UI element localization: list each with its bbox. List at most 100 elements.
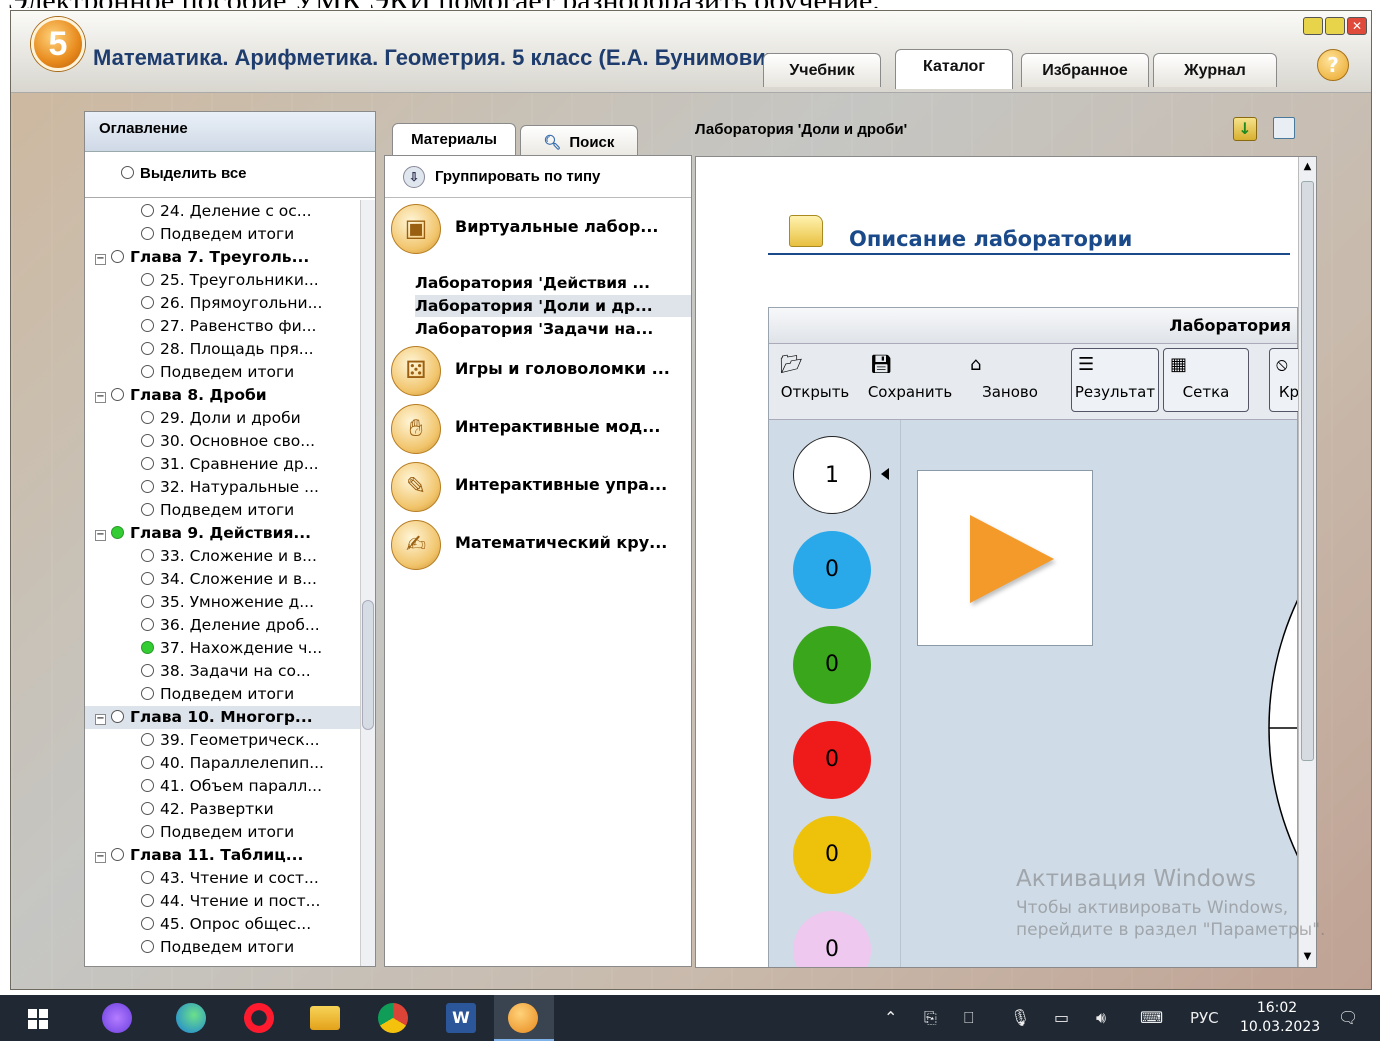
collapse-icon[interactable]: − [95,254,106,265]
fraction-counter[interactable]: 0 [793,721,871,799]
radio-icon[interactable] [141,802,154,815]
windows-start-icon[interactable] [28,1009,48,1029]
radio-icon[interactable] [111,710,124,723]
toc-lesson[interactable]: Подведем итоги [85,499,361,522]
material-category[interactable]: ✋︎ Интерактивные мод... [391,402,691,456]
radio-icon[interactable] [141,917,154,930]
radio-icon[interactable] [111,388,124,401]
radio-icon[interactable] [111,848,124,861]
opera-app-icon[interactable] [244,1003,274,1033]
clock[interactable]: 16:02 10.03.2023 [1240,999,1320,1037]
tab-izbrannoe[interactable]: Избранное [1021,53,1149,87]
radio-icon[interactable] [141,940,154,953]
radio-icon[interactable] [141,894,154,907]
radio-icon[interactable] [141,687,154,700]
content-scroll-thumb[interactable] [1301,181,1314,761]
radio-icon[interactable] [141,411,154,424]
battery-icon[interactable]: ▭ [1054,1008,1069,1027]
explorer-app-icon[interactable] [310,1006,340,1030]
radio-icon[interactable] [141,480,154,493]
tab-uchebnik[interactable]: Учебник [763,53,881,87]
group-by-type[interactable]: ⇩ Группировать по типу [385,156,691,198]
toc-lesson[interactable]: 42. Развертки [85,798,361,821]
tray-device-icon[interactable]: ⎘ [924,1008,937,1028]
tab-katalog[interactable]: Каталог [895,49,1013,89]
radio-icon[interactable] [141,779,154,792]
radio-icon[interactable] [141,549,154,562]
toolbar-button[interactable]: ▦ Сетка [1163,348,1249,412]
toc-lesson[interactable]: 24. Деление с ос... [85,200,361,223]
toc-lesson[interactable]: Подведем итоги [85,936,361,959]
toc-chapter[interactable]: − Глава 8. Дроби [85,384,361,407]
notifications-icon[interactable]: 🗨︎ [1338,1008,1358,1027]
toc-lesson[interactable]: Подведем итоги [85,361,361,384]
toc-lesson[interactable]: 26. Прямоугольни... [85,292,361,315]
toc-lesson[interactable]: 34. Сложение и в... [85,568,361,591]
toc-lesson[interactable]: 39. Геометрическ... [85,729,361,752]
tab-materials[interactable]: Материалы [392,123,516,159]
toc-lesson[interactable]: 25. Треугольники... [85,269,361,292]
radio-icon[interactable] [141,756,154,769]
radio-icon[interactable] [141,641,154,654]
toc-lesson[interactable]: 30. Основное сво... [85,430,361,453]
radio-icon[interactable] [141,871,154,884]
edge-app-icon[interactable] [176,1003,206,1033]
toolbar-button[interactable]: 💾︎ Сохранить [863,348,957,412]
toc-lesson[interactable]: 28. Площадь пря... [85,338,361,361]
material-category[interactable]: ✎ Интерактивные упра... [391,460,691,514]
toc-lesson[interactable]: Подведем итоги [85,683,361,706]
alice-app-icon[interactable] [102,1003,132,1033]
tray-chevron-icon[interactable]: ⌃ [884,1008,897,1027]
toc-lesson[interactable]: 44. Чтение и пост... [85,890,361,913]
radio-icon[interactable] [141,204,154,217]
lab-list-item[interactable]: Лаборатория 'Доли и др... [415,295,691,317]
toc-lesson[interactable]: 37. Нахождение ч... [85,637,361,660]
radio-icon[interactable] [121,166,134,179]
lab-list-item[interactable]: Лаборатория 'Действия ... [415,272,691,294]
collapse-icon[interactable]: − [95,530,106,541]
content-scrollbar[interactable]: ▲ ▼ [1298,157,1316,967]
fraction-counter[interactable]: 0 [793,531,871,609]
toc-lesson[interactable]: 32. Натуральные ... [85,476,361,499]
toc-lesson[interactable]: Подведем итоги [85,821,361,844]
toc-lesson[interactable]: 41. Объем паралл... [85,775,361,798]
toc-lesson[interactable]: 36. Деление дроб... [85,614,361,637]
close-icon[interactable]: ✕ [1347,17,1367,35]
toc-lesson[interactable]: Подведем итоги [85,223,361,246]
scroll-down-icon[interactable]: ▼ [1301,949,1314,965]
select-all[interactable]: Выделить все [85,152,375,198]
radio-icon[interactable] [141,319,154,332]
toc-chapter[interactable]: − Глава 10. Многогр... [85,706,361,729]
keyboard-icon[interactable]: ⌨ [1140,1008,1163,1027]
toc-lesson[interactable]: 35. Умножение д... [85,591,361,614]
minimize-icon[interactable] [1303,17,1323,35]
material-category[interactable]: ▣ Виртуальные лабор... [391,202,691,256]
play-icon[interactable] [970,515,1054,603]
toc-lesson[interactable]: 40. Параллелепип... [85,752,361,775]
radio-icon[interactable] [111,526,124,539]
toc-chapter[interactable]: − Глава 7. Треуголь... [85,246,361,269]
radio-icon[interactable] [141,733,154,746]
material-category[interactable]: ✍︎ Математический кру... [391,518,691,572]
fullscreen-icon[interactable] [1273,117,1295,139]
fraction-counter[interactable]: 1 [793,436,871,514]
toc-lesson[interactable]: 33. Сложение и в... [85,545,361,568]
toc-chapter[interactable]: − Глава 11. Таблиц... [85,844,361,867]
tray-network-icon[interactable]: ⎕ [964,1008,974,1028]
collapse-icon[interactable]: − [95,714,106,725]
toolbar-button[interactable]: ☰ Результат [1071,348,1159,412]
help-icon[interactable]: ? [1317,49,1349,81]
toolbar-button[interactable]: ⌂ Заново [963,348,1057,412]
radio-icon[interactable] [141,227,154,240]
toc-lesson[interactable]: 38. Задачи на со... [85,660,361,683]
download-icon[interactable]: ↓ [1233,117,1257,141]
radio-icon[interactable] [141,825,154,838]
radio-icon[interactable] [141,595,154,608]
collapse-icon[interactable]: − [95,392,106,403]
radio-icon[interactable] [141,664,154,677]
fraction-counter[interactable]: 0 [793,816,871,894]
chrome-app-icon[interactable] [378,1003,408,1033]
radio-icon[interactable] [141,296,154,309]
toc-chapter[interactable]: − Глава 9. Действия... [85,522,361,545]
play-box[interactable] [917,470,1093,646]
